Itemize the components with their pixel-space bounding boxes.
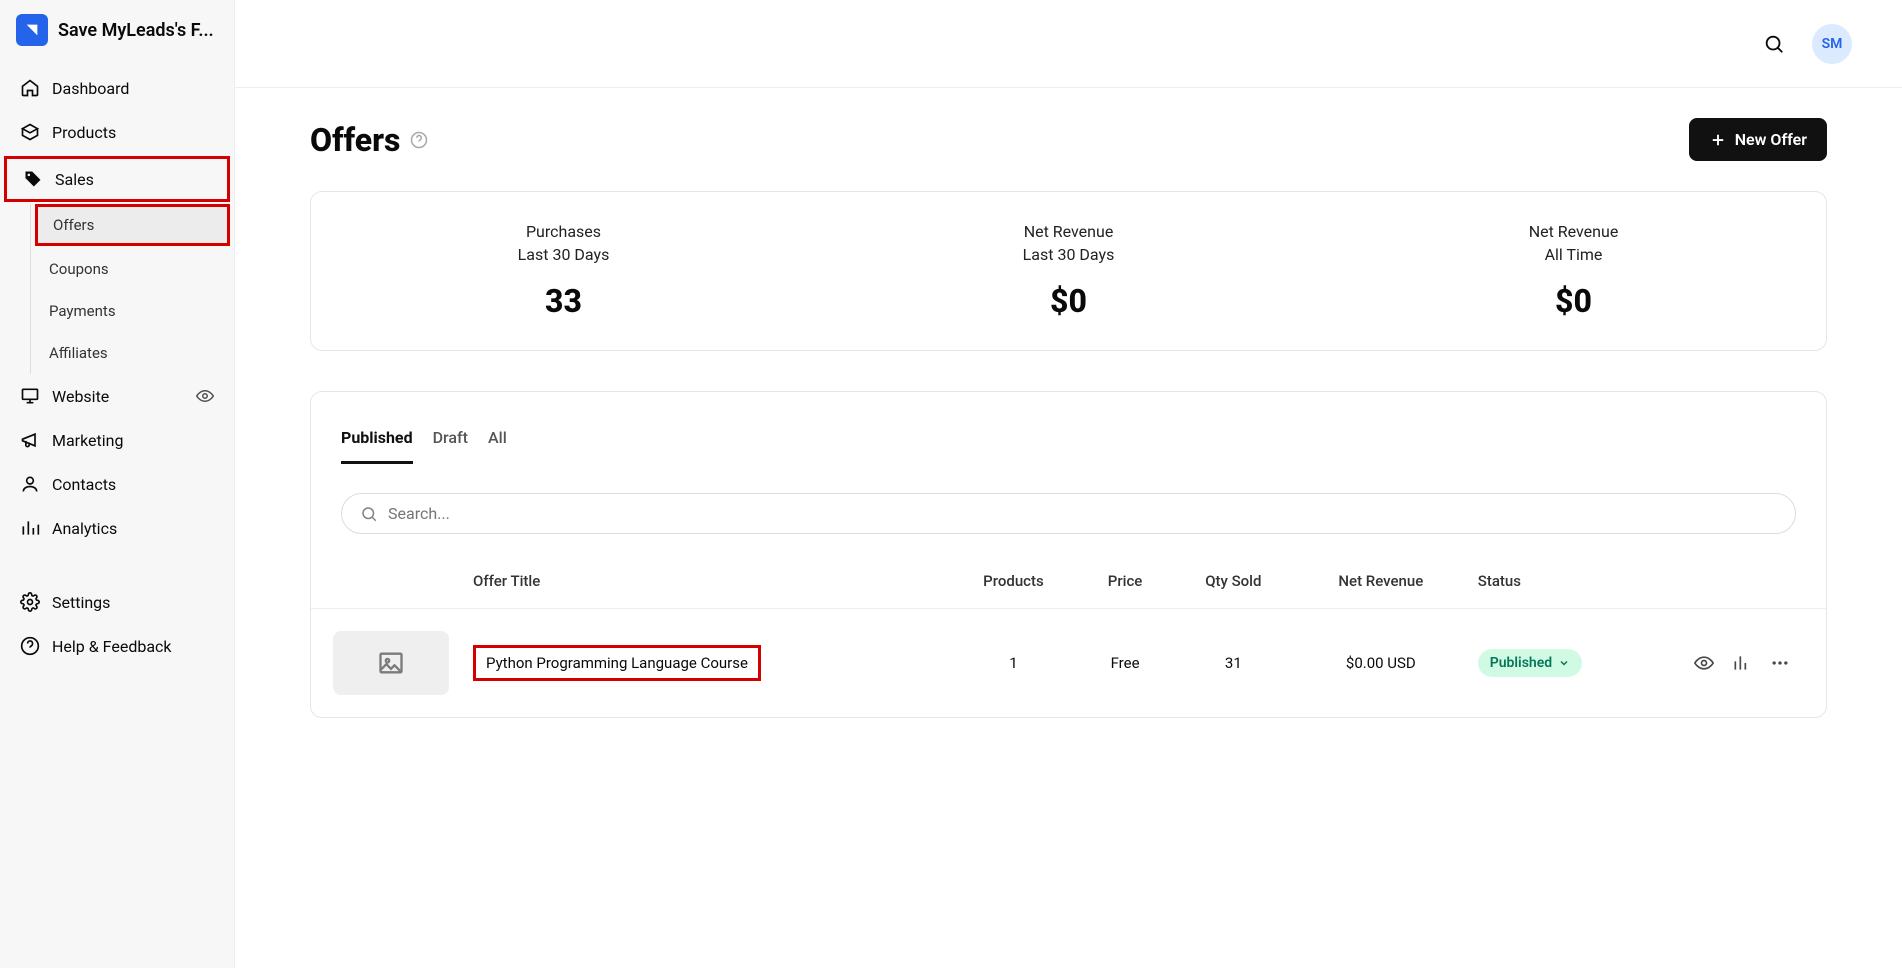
stat-sub: Last 30 Days bbox=[311, 245, 816, 264]
help-icon bbox=[20, 636, 40, 656]
col-offer-title[interactable]: Offer Title bbox=[461, 554, 948, 609]
stat-net-revenue-30: Net Revenue Last 30 Days $0 bbox=[816, 222, 1321, 320]
megaphone-icon bbox=[20, 430, 40, 450]
new-offer-label: New Offer bbox=[1735, 130, 1807, 149]
preview-icon[interactable] bbox=[1694, 653, 1714, 673]
subnav-item-payments[interactable]: Payments bbox=[31, 290, 234, 332]
sales-subnav: Offers Coupons Payments Affiliates bbox=[30, 204, 234, 374]
stat-value: $0 bbox=[1321, 282, 1826, 320]
page-head: Offers New Offer bbox=[310, 118, 1827, 161]
tab-published[interactable]: Published bbox=[341, 422, 413, 464]
offers-table: Offer Title Products Price Qty Sold Net … bbox=[311, 554, 1826, 717]
home-icon bbox=[20, 78, 40, 98]
sidebar-item-label: Analytics bbox=[52, 519, 214, 538]
brand[interactable]: Save MyLeads's F... bbox=[0, 14, 234, 66]
cell-price: Free bbox=[1079, 609, 1170, 718]
row-actions bbox=[1678, 653, 1814, 673]
sidebar-item-label: Sales bbox=[55, 170, 211, 189]
stat-purchases: Purchases Last 30 Days 33 bbox=[311, 222, 816, 320]
cell-qty: 31 bbox=[1171, 609, 1296, 718]
sidebar-item-products[interactable]: Products bbox=[0, 110, 234, 154]
avatar-initials: SM bbox=[1822, 36, 1843, 52]
global-search-button[interactable] bbox=[1760, 30, 1788, 58]
stat-title: Net Revenue bbox=[1321, 222, 1826, 241]
tabs: Published Draft All bbox=[311, 422, 1826, 465]
tab-label: Published bbox=[341, 428, 413, 447]
sidebar-item-label: Website bbox=[52, 387, 184, 406]
sidebar-item-label: Marketing bbox=[52, 431, 214, 450]
cell-net: $0.00 USD bbox=[1296, 609, 1466, 718]
sidebar-item-label: Settings bbox=[52, 593, 214, 612]
stat-value: $0 bbox=[816, 282, 1321, 320]
sidebar-item-marketing[interactable]: Marketing bbox=[0, 418, 234, 462]
search-input[interactable] bbox=[388, 504, 1777, 523]
subnav-label: Payments bbox=[49, 302, 116, 320]
col-price[interactable]: Price bbox=[1079, 554, 1170, 609]
subnav-item-coupons[interactable]: Coupons bbox=[31, 248, 234, 290]
subnav-label: Affiliates bbox=[49, 344, 108, 362]
tab-all[interactable]: All bbox=[488, 422, 507, 464]
sidebar-item-sales[interactable]: Sales bbox=[4, 156, 230, 202]
sidebar-item-website[interactable]: Website bbox=[0, 374, 234, 418]
subnav-item-affiliates[interactable]: Affiliates bbox=[31, 332, 234, 374]
eye-icon[interactable] bbox=[196, 387, 214, 405]
main: SM Offers New Offer Purchases Last 30 Da… bbox=[235, 0, 1902, 968]
stat-title: Net Revenue bbox=[816, 222, 1321, 241]
new-offer-button[interactable]: New Offer bbox=[1689, 118, 1827, 161]
user-icon bbox=[20, 474, 40, 494]
offer-title[interactable]: Python Programming Language Course bbox=[473, 645, 761, 681]
monitor-icon bbox=[20, 386, 40, 406]
col-net-revenue[interactable]: Net Revenue bbox=[1296, 554, 1466, 609]
subnav-label: Coupons bbox=[49, 260, 109, 278]
more-icon[interactable] bbox=[1770, 653, 1790, 673]
stat-sub: All Time bbox=[1321, 245, 1826, 264]
avatar[interactable]: SM bbox=[1812, 24, 1852, 64]
cell-products: 1 bbox=[948, 609, 1080, 718]
stats-icon[interactable] bbox=[1732, 653, 1752, 673]
sidebar-item-help[interactable]: Help & Feedback bbox=[0, 624, 234, 668]
col-products[interactable]: Products bbox=[948, 554, 1080, 609]
table-row[interactable]: Python Programming Language Course 1 Fre… bbox=[311, 609, 1826, 718]
status-pill[interactable]: Published bbox=[1478, 649, 1582, 677]
gear-icon bbox=[20, 592, 40, 612]
tab-label: Draft bbox=[433, 428, 468, 447]
stats-card: Purchases Last 30 Days 33 Net Revenue La… bbox=[310, 191, 1827, 351]
box-icon bbox=[20, 122, 40, 142]
tab-label: All bbox=[488, 428, 507, 447]
stat-sub: Last 30 Days bbox=[816, 245, 1321, 264]
search-bar[interactable] bbox=[341, 493, 1796, 534]
col-qty[interactable]: Qty Sold bbox=[1171, 554, 1296, 609]
stat-net-revenue-all: Net Revenue All Time $0 bbox=[1321, 222, 1826, 320]
tab-draft[interactable]: Draft bbox=[433, 422, 468, 464]
subnav-label: Offers bbox=[53, 216, 94, 234]
col-status[interactable]: Status bbox=[1466, 554, 1666, 609]
chevron-down-icon bbox=[1558, 657, 1570, 669]
sidebar-item-dashboard[interactable]: Dashboard bbox=[0, 66, 234, 110]
tag-icon bbox=[23, 169, 43, 189]
status-label: Published bbox=[1490, 655, 1552, 671]
stat-title: Purchases bbox=[311, 222, 816, 241]
content: Offers New Offer Purchases Last 30 Days … bbox=[235, 88, 1902, 758]
question-icon[interactable] bbox=[410, 131, 428, 149]
sidebar-item-label: Help & Feedback bbox=[52, 637, 214, 656]
sidebar-item-label: Contacts bbox=[52, 475, 214, 494]
brand-title: Save MyLeads's F... bbox=[58, 20, 214, 41]
offers-card: Published Draft All Offer Title Products bbox=[310, 391, 1827, 718]
search-icon bbox=[360, 505, 378, 523]
sidebar-item-label: Dashboard bbox=[52, 79, 214, 98]
brand-logo-icon bbox=[16, 14, 48, 46]
sidebar-item-contacts[interactable]: Contacts bbox=[0, 462, 234, 506]
sidebar-item-label: Products bbox=[52, 123, 214, 142]
sidebar-item-analytics[interactable]: Analytics bbox=[0, 506, 234, 550]
plus-icon bbox=[1709, 131, 1727, 149]
stat-value: 33 bbox=[311, 282, 816, 320]
offer-thumbnail bbox=[333, 631, 449, 695]
sidebar-item-settings[interactable]: Settings bbox=[0, 580, 234, 624]
sidebar: Save MyLeads's F... Dashboard Products S… bbox=[0, 0, 235, 968]
page-title: Offers bbox=[310, 121, 400, 159]
bars-icon bbox=[20, 518, 40, 538]
topbar: SM bbox=[235, 0, 1902, 88]
subnav-item-offers[interactable]: Offers bbox=[35, 204, 230, 246]
